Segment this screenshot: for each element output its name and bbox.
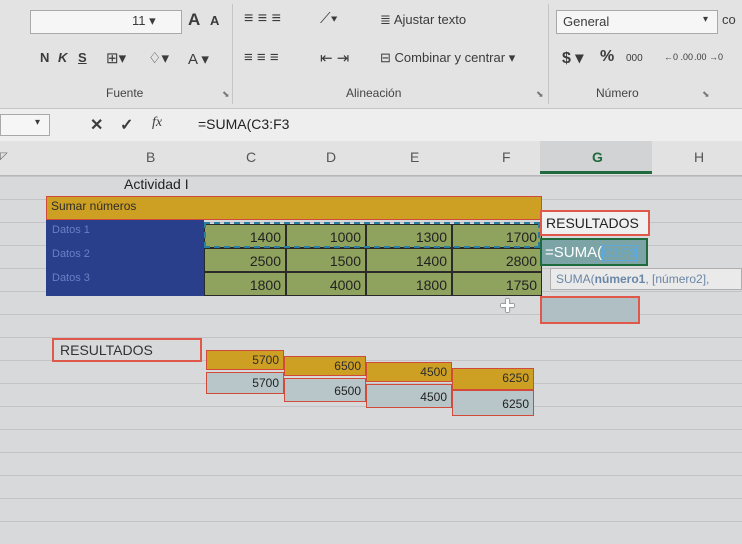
- merge-icon: ⊟: [380, 50, 391, 65]
- cancel-icon[interactable]: ✕: [90, 115, 103, 135]
- sum-cell[interactable]: 4500: [366, 362, 452, 382]
- wrap-text-label: Ajustar texto: [393, 12, 467, 27]
- dialog-launcher-icon[interactable]: ⬊: [702, 89, 710, 100]
- tooltip-function-name: SUMA(: [556, 272, 595, 286]
- currency-symbol: $: [562, 50, 571, 67]
- active-cell-range-ref: C3:F3: [602, 245, 637, 261]
- tooltip-arg-active: número1: [594, 272, 646, 286]
- sum-cell[interactable]: 5700: [206, 372, 284, 394]
- divider: [548, 4, 549, 104]
- group-number-label: Número: [596, 86, 639, 100]
- column-header-f[interactable]: F: [502, 149, 511, 165]
- range-selection-outline: [204, 222, 540, 248]
- font-name-box[interactable]: [30, 10, 182, 34]
- font-size-value: 11: [132, 13, 146, 28]
- wrap-text-button[interactable]: ≣ Ajustar texto: [380, 12, 466, 28]
- grow-font-button[interactable]: A: [188, 10, 200, 30]
- increase-decimal-button[interactable]: ←0 .00: [664, 52, 693, 62]
- styles-cut: co: [722, 12, 736, 27]
- sum-cell[interactable]: 6250: [452, 368, 534, 390]
- chevron-down-icon: ▾: [35, 117, 41, 128]
- italic-button[interactable]: K: [58, 50, 67, 65]
- data-cell[interactable]: 1400: [366, 248, 452, 272]
- data-cell[interactable]: 1500: [286, 248, 366, 272]
- group-alignment-label: Alineación: [346, 86, 402, 100]
- data-cell[interactable]: 2800: [452, 248, 542, 272]
- data-cell[interactable]: 4000: [286, 272, 366, 296]
- enter-icon[interactable]: ✓: [120, 115, 133, 135]
- merge-center-button[interactable]: ⊟ Combinar y centrar ▾: [380, 50, 515, 66]
- group-font-label: Fuente: [106, 86, 144, 100]
- percent-button[interactable]: %: [600, 48, 614, 66]
- screen: 11 ▾ A A ≡ ≡ ≡ ⟋▾ ≣ Ajustar texto Genera…: [0, 0, 742, 544]
- dialog-launcher-icon[interactable]: ⬊: [536, 89, 544, 100]
- row-label-2[interactable]: Datos 2: [46, 244, 204, 268]
- sum-cell[interactable]: 6250: [452, 390, 534, 416]
- currency-button[interactable]: $ ▾: [562, 48, 583, 68]
- data-cell[interactable]: 1800: [204, 272, 286, 296]
- orientation-icon[interactable]: ⟋▾: [320, 10, 338, 27]
- sum-cell[interactable]: 5700: [206, 350, 284, 370]
- bold-button[interactable]: N: [40, 50, 49, 65]
- sheet-title[interactable]: Actividad I: [124, 176, 224, 194]
- align-top-icon[interactable]: ≡ ≡ ≡: [244, 10, 281, 28]
- results-label[interactable]: RESULTADOS: [52, 338, 202, 362]
- chevron-down-icon: ▾: [703, 14, 709, 25]
- formula-input[interactable]: =SUMA(C3:F3: [198, 116, 289, 132]
- formula-bar: ▾ ✕ ✓ fx =SUMA(C3:F3: [0, 108, 742, 142]
- font-color-button[interactable]: A ▾: [188, 50, 209, 68]
- merge-center-label: Combinar y centrar: [394, 50, 506, 65]
- ribbon: 11 ▾ A A ≡ ≡ ≡ ⟋▾ ≣ Ajustar texto Genera…: [0, 0, 742, 108]
- tooltip-arg-rest: , [número2],: [645, 272, 710, 286]
- column-header-e[interactable]: E: [410, 149, 419, 165]
- active-cell-formula: =SUMA(: [545, 244, 603, 261]
- insert-function-icon[interactable]: fx: [152, 115, 162, 131]
- number-format-value: General: [563, 14, 610, 29]
- column-header-h[interactable]: H: [694, 149, 704, 165]
- thousands-button[interactable]: 000: [626, 53, 643, 64]
- sum-cell[interactable]: 6500: [284, 356, 366, 376]
- column-header-b[interactable]: B: [146, 149, 155, 165]
- font-size-box[interactable]: 11 ▾: [132, 13, 156, 29]
- data-cell[interactable]: 1800: [366, 272, 452, 296]
- column-header-g[interactable]: G: [592, 149, 603, 165]
- data-cell[interactable]: 1750: [452, 272, 542, 296]
- column-header-d[interactable]: D: [326, 149, 336, 165]
- sum-cell[interactable]: 4500: [366, 384, 452, 408]
- indent-icons[interactable]: ⇤ ⇥: [320, 49, 349, 67]
- results-header[interactable]: RESULTADOS: [540, 210, 650, 236]
- header-band[interactable]: Sumar números: [46, 196, 542, 220]
- align-left-center-right-icons[interactable]: ≡ ≡ ≡: [244, 49, 279, 66]
- decrease-decimal-button[interactable]: .00 →0: [694, 52, 723, 62]
- data-cell[interactable]: 2500: [204, 248, 286, 272]
- borders-icon[interactable]: ⊞▾: [106, 49, 126, 67]
- row-label-3[interactable]: Datos 3: [46, 268, 204, 296]
- divider: [232, 4, 233, 104]
- row-header-corner: ◸: [0, 151, 8, 162]
- cursor-icon: ✚: [500, 296, 516, 316]
- font-color-letter: A: [188, 51, 198, 68]
- shrink-font-button[interactable]: A: [210, 13, 219, 28]
- active-cell[interactable]: =SUMA(C3:F3: [540, 238, 648, 266]
- function-tooltip: SUMA(número1, [número2],: [550, 268, 742, 290]
- result-cell-empty[interactable]: [540, 296, 640, 324]
- name-box[interactable]: ▾: [0, 114, 50, 136]
- row-label-1[interactable]: Datos 1: [46, 220, 204, 244]
- number-format-dropdown[interactable]: General ▾: [556, 10, 718, 34]
- fill-color-icon[interactable]: ♢▾: [148, 49, 169, 67]
- wrap-text-icon: ≣: [380, 12, 391, 27]
- underline-button[interactable]: S: [78, 50, 87, 65]
- column-header-c[interactable]: C: [246, 149, 256, 165]
- column-headers: B C D E F G H ◸: [0, 141, 742, 176]
- dialog-launcher-icon[interactable]: ⬊: [222, 89, 230, 100]
- sum-cell[interactable]: 6500: [284, 378, 366, 402]
